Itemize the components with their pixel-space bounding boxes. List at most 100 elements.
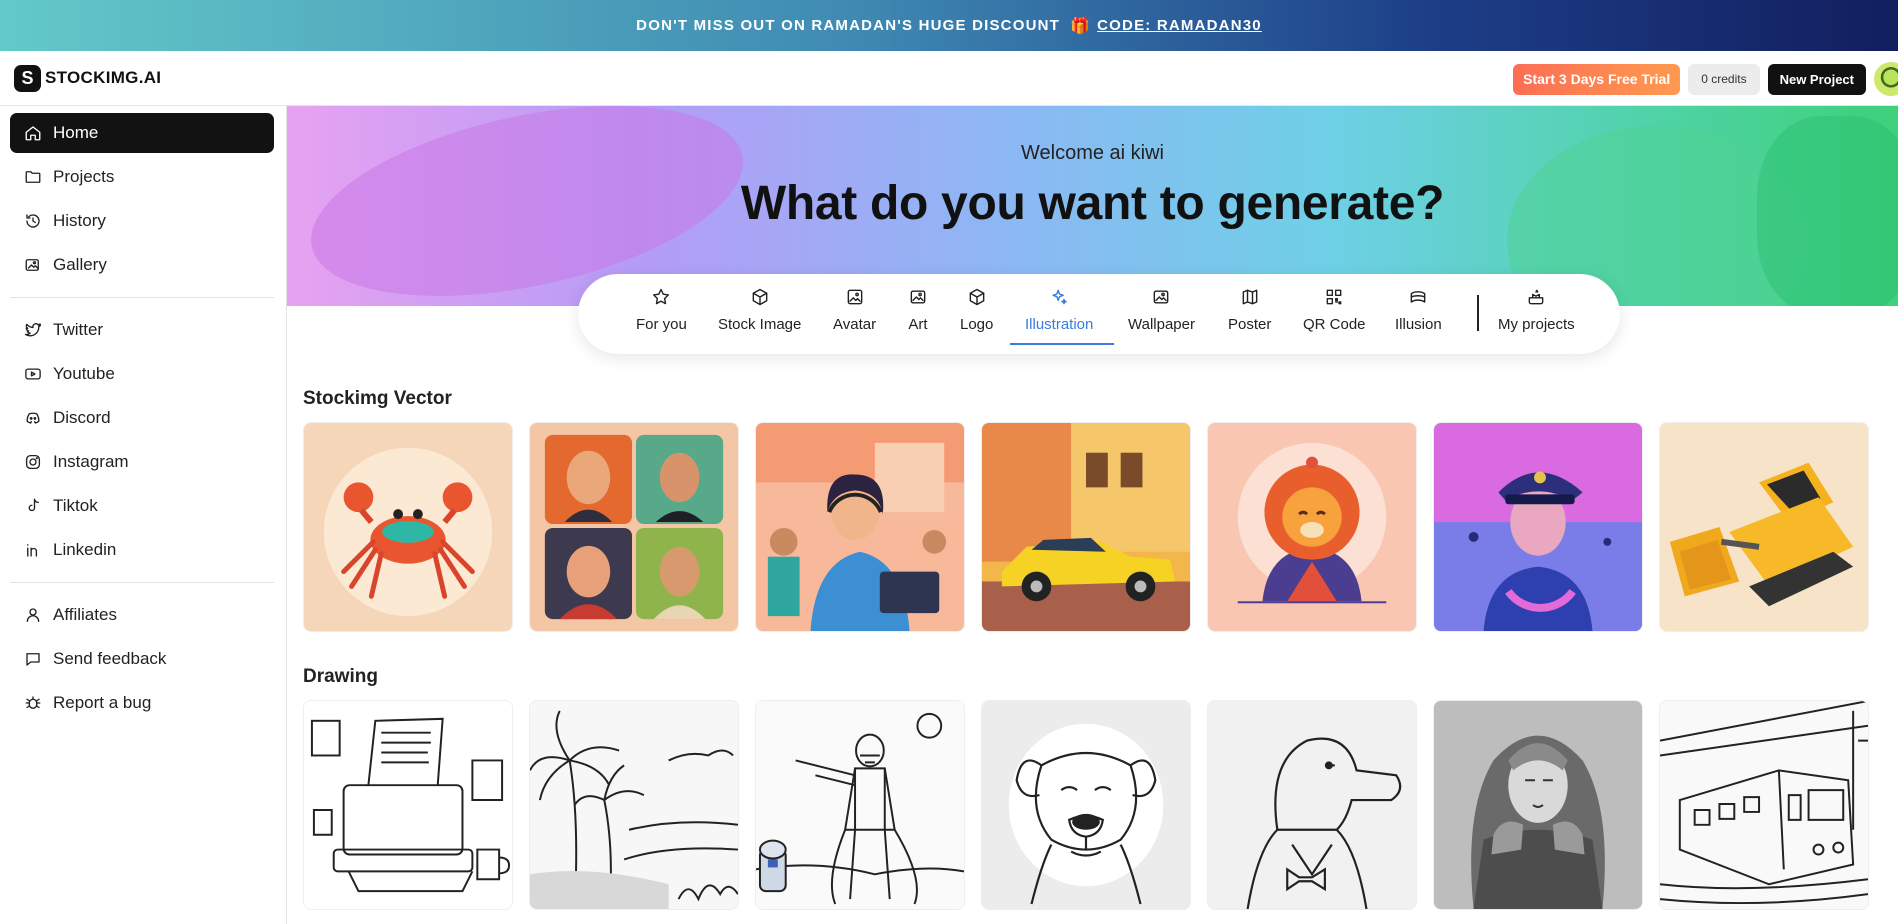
qr-code-icon	[1323, 286, 1345, 308]
bug-icon	[23, 693, 43, 713]
section-title: Stockimg Vector	[303, 388, 452, 409]
new-project-button[interactable]: New Project	[1767, 63, 1866, 95]
sidebar-item-youtube[interactable]: Youtube	[10, 354, 274, 394]
sidebar-item-affiliates[interactable]: Affiliates	[10, 595, 274, 635]
tab-label: My projects	[1498, 316, 1575, 333]
yellow-car-illustration[interactable]	[981, 422, 1191, 632]
sidebar-item-label: Twitter	[53, 320, 104, 339]
sidebar-item-report-bug[interactable]: Report a bug	[10, 683, 274, 723]
tab-illusion[interactable]: Illusion	[1395, 286, 1442, 346]
category-separator	[1477, 295, 1479, 331]
free-trial-button[interactable]: Start 3 Days Free Trial	[1513, 63, 1681, 95]
sidebar-item-projects[interactable]: Projects	[10, 157, 274, 197]
sidebar-item-label: Affiliates	[53, 605, 117, 624]
printer-drawing[interactable]	[303, 700, 513, 910]
feedback-icon	[23, 649, 43, 669]
tab-for-you[interactable]: For you	[636, 286, 687, 346]
gift-icon: 🎁	[1070, 17, 1092, 35]
image-icon	[907, 286, 929, 308]
folder-icon	[23, 167, 43, 187]
my-projects-icon	[1525, 286, 1547, 308]
tab-my-projects[interactable]: My projects	[1498, 286, 1575, 346]
bulldozer-illustration[interactable]	[1659, 422, 1869, 632]
active-tab-indicator	[1010, 343, 1114, 345]
sidebar-item-label: Discord	[53, 408, 111, 427]
sidebar-item-discord[interactable]: Discord	[10, 398, 274, 438]
sidebar-item-label: Report a bug	[53, 693, 152, 712]
brand-name: STOCKIMG.AI	[45, 68, 162, 87]
tab-poster[interactable]: Poster	[1228, 286, 1271, 346]
sidebar-item-instagram[interactable]: Instagram	[10, 442, 274, 482]
sidebar-item-tiktok[interactable]: Tiktok	[10, 486, 274, 526]
warrior-drawing[interactable]	[1433, 700, 1643, 910]
tab-illustration[interactable]: Illustration	[1025, 286, 1093, 346]
promo-banner: DON'T MISS OUT ON RAMADAN'S HUGE DISCOUN…	[0, 0, 1898, 51]
gallery-icon	[23, 255, 43, 275]
category-bar: For you Stock Image Avatar Art Logo Illu…	[578, 274, 1620, 354]
tab-label: Avatar	[833, 316, 877, 333]
image-icon	[1150, 286, 1172, 308]
sidebar-item-label: Linkedin	[53, 540, 117, 559]
youtube-icon	[23, 364, 43, 384]
history-icon	[23, 211, 43, 231]
palm-beach-drawing[interactable]	[529, 700, 739, 910]
tiktok-icon	[23, 496, 43, 516]
twitter-icon	[23, 320, 43, 340]
tab-label: QR Code	[1303, 316, 1366, 333]
sidebar-item-feedback[interactable]: Send feedback	[10, 639, 274, 679]
sparkles-icon	[1048, 286, 1070, 308]
dog-drawing[interactable]	[981, 700, 1191, 910]
stormtrooper-drawing[interactable]	[755, 700, 965, 910]
lion-illustration[interactable]	[1207, 422, 1417, 632]
user-avatar[interactable]	[1874, 62, 1898, 96]
credits-badge[interactable]: 0 credits	[1688, 63, 1760, 95]
tab-logo[interactable]: Logo	[960, 286, 993, 346]
tab-wallpaper[interactable]: Wallpaper	[1128, 286, 1195, 346]
home-icon	[23, 123, 43, 143]
tab-label: Stock Image	[718, 316, 802, 333]
tab-label: Illustration	[1025, 316, 1094, 333]
map-icon	[1239, 286, 1261, 308]
top-bar: S STOCKIMG.AI Start 3 Days Free Trial 0 …	[0, 51, 1898, 106]
user-icon	[23, 605, 43, 625]
linkedin-icon	[23, 540, 43, 560]
tab-label: Logo	[960, 316, 994, 333]
tab-qr-code[interactable]: QR Code	[1303, 286, 1366, 346]
tab-avatar[interactable]: Avatar	[833, 286, 876, 346]
sidebar-item-label: Projects	[53, 167, 115, 186]
cube-icon	[749, 286, 771, 308]
sidebar-item-gallery[interactable]: Gallery	[10, 245, 274, 285]
discord-icon	[23, 408, 43, 428]
train-drawing[interactable]	[1659, 700, 1869, 910]
sidebar-item-home[interactable]: Home	[10, 113, 274, 153]
tab-label: For you	[636, 316, 687, 333]
section-title: Drawing	[303, 666, 378, 687]
portraits-illustration[interactable]	[529, 422, 739, 632]
tab-label: Art	[908, 316, 928, 333]
page-headline: What do you want to generate?	[740, 177, 1445, 230]
tab-label: Illusion	[1395, 316, 1442, 333]
illusion-icon	[1407, 286, 1429, 308]
sidebar-item-history[interactable]: History	[10, 201, 274, 241]
image-icon	[844, 286, 866, 308]
cube-icon	[966, 286, 988, 308]
promo-code-link[interactable]: CODE: RAMADAN30	[1097, 17, 1262, 34]
tab-label: Poster	[1228, 316, 1272, 333]
sidebar-divider	[10, 582, 274, 583]
pilot-illustration[interactable]	[1433, 422, 1643, 632]
brand-logo[interactable]: S STOCKIMG.AI	[14, 64, 162, 92]
tab-art[interactable]: Art	[907, 286, 929, 346]
sidebar-item-label: Send feedback	[53, 649, 167, 668]
call-center-illustration[interactable]	[755, 422, 965, 632]
duck-drawing[interactable]	[1207, 700, 1417, 910]
welcome-text: Welcome ai kiwi	[1021, 142, 1164, 164]
sidebar-item-linkedin[interactable]: Linkedin	[10, 530, 274, 570]
sidebar: Home Projects History Gallery Twitter Yo…	[0, 106, 287, 924]
sidebar-item-label: Youtube	[53, 364, 115, 383]
sidebar-divider	[10, 297, 274, 298]
tab-stock-image[interactable]: Stock Image	[718, 286, 801, 346]
sidebar-item-twitter[interactable]: Twitter	[10, 310, 274, 350]
sidebar-item-label: Home	[53, 123, 99, 142]
sidebar-item-label: Gallery	[53, 255, 107, 274]
crab-illustration[interactable]	[303, 422, 513, 632]
